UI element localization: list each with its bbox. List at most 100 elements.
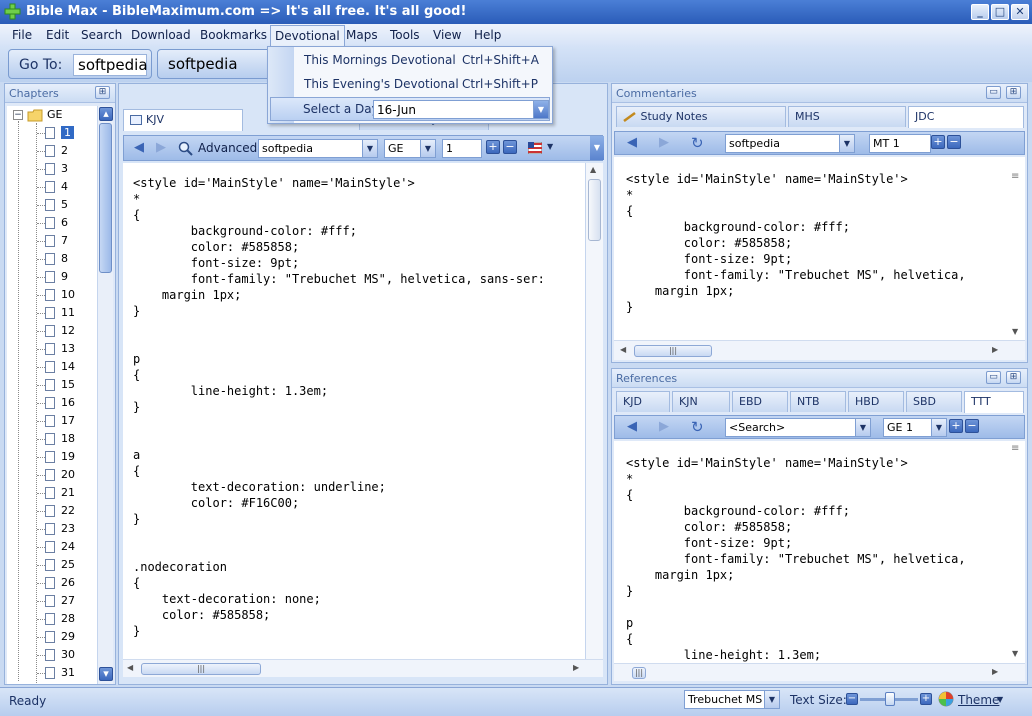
scroll-thumb[interactable] (588, 179, 601, 241)
scroll-thumb[interactable] (99, 123, 112, 273)
morning-devotional-item[interactable]: This Mornings Devotional (304, 53, 456, 67)
chapter-item[interactable]: 13 (45, 340, 75, 357)
goto-input-2[interactable]: softpedia (164, 54, 270, 76)
forward-arrow-icon[interactable]: ▶ (659, 135, 669, 150)
font-combo[interactable]: Trebuchet MS ▼ (684, 690, 780, 709)
chapter-up-button[interactable]: + (486, 140, 500, 154)
chapter-item[interactable]: 29 (45, 628, 75, 645)
menu-search[interactable]: Search (81, 28, 122, 42)
scroll-down-icon[interactable]: ▼ (1012, 327, 1018, 336)
pin-icon[interactable]: ⊞ (1006, 371, 1021, 384)
chevron-down-icon[interactable]: ▼ (764, 691, 779, 708)
scroll-down-icon[interactable]: ▼ (1012, 649, 1018, 658)
forward-arrow-icon[interactable]: ▶ (659, 419, 669, 434)
ref-down-button[interactable]: − (947, 135, 961, 149)
text-size-increase-button[interactable]: + (920, 693, 932, 705)
select-day-row[interactable]: Select a Day 16-Jun ▼ (270, 97, 550, 121)
scroll-thumb[interactable]: ||| (632, 667, 646, 679)
ref-up-button[interactable]: + (931, 135, 945, 149)
close-button[interactable]: ✕ (1011, 4, 1029, 20)
tab-kjv[interactable]: KJV (123, 109, 243, 131)
text-size-decrease-button[interactable]: − (846, 693, 858, 705)
chapter-item[interactable]: 10 (45, 286, 75, 303)
scroll-left-icon[interactable]: ◀ (620, 345, 626, 354)
chevron-down-icon[interactable]: ▼ (931, 419, 946, 436)
chapter-item[interactable]: 30 (45, 646, 75, 663)
back-arrow-icon[interactable]: ◀ (627, 135, 637, 150)
chevron-down-icon[interactable]: ▼ (420, 140, 435, 157)
scroll-grip-icon[interactable]: ≡ (1011, 443, 1019, 454)
tab-study-notes[interactable]: Study Notes (616, 106, 786, 127)
minimize-button[interactable]: _ (971, 4, 989, 20)
tab-ebd[interactable]: EBD (732, 391, 788, 412)
chapter-down-button[interactable]: − (503, 140, 517, 154)
pin-icon[interactable]: ⊞ (95, 86, 110, 99)
chapter-item[interactable]: 7 (45, 232, 68, 249)
chapter-item[interactable]: 6 (45, 214, 68, 231)
pin-icon[interactable]: ⊞ (1006, 86, 1021, 99)
reference-ref-combo[interactable]: GE 1 ▼ (883, 418, 947, 437)
magnifier-icon[interactable] (178, 141, 193, 156)
book-combo[interactable]: GE ▼ (384, 139, 436, 158)
forward-arrow-icon[interactable]: ▶ (156, 140, 166, 155)
chevron-down-icon[interactable]: ▼ (533, 101, 548, 118)
menu-devotional[interactable]: Devotional (270, 25, 345, 46)
toolbar-overflow-icon[interactable]: ▼ (590, 136, 604, 160)
menu-bookmarks[interactable]: Bookmarks (200, 28, 267, 42)
scroll-right-icon[interactable]: ▶ (992, 667, 998, 676)
chapter-item[interactable]: 16 (45, 394, 75, 411)
scroll-grip-icon[interactable]: ≡ (1011, 171, 1019, 182)
chapter-item[interactable]: 25 (45, 556, 75, 573)
menu-view[interactable]: View (433, 28, 461, 42)
chapter-item[interactable]: 8 (45, 250, 68, 267)
menu-tools[interactable]: Tools (390, 28, 420, 42)
chapter-item[interactable]: 26 (45, 574, 75, 591)
chapter-item[interactable]: 18 (45, 430, 75, 447)
tab-ntb[interactable]: NTB (790, 391, 846, 412)
tab-mhs[interactable]: MHS (788, 106, 906, 127)
chapter-item[interactable]: 23 (45, 520, 75, 537)
chapter-item[interactable]: 2 (45, 142, 68, 159)
chapter-item[interactable]: 15 (45, 376, 75, 393)
scroll-up-icon[interactable]: ▴ (99, 107, 113, 121)
chapter-item[interactable]: 4 (45, 178, 68, 195)
chevron-down-icon[interactable]: ▼ (855, 419, 870, 436)
scroll-down-icon[interactable]: ▾ (99, 667, 113, 681)
chapters-scrollbar[interactable]: ▴ ▾ (97, 106, 113, 684)
scroll-right-icon[interactable]: ▶ (573, 663, 579, 672)
ref-up-button[interactable]: + (949, 419, 963, 433)
menu-help[interactable]: Help (474, 28, 501, 42)
chapter-item[interactable]: 9 (45, 268, 68, 285)
back-arrow-icon[interactable]: ◀ (134, 140, 144, 155)
tab-kjd[interactable]: KJD (616, 391, 670, 412)
advanced-label[interactable]: Advanced (198, 141, 257, 155)
evening-devotional-item[interactable]: This Evening's Devotional (304, 77, 459, 91)
flag-dropdown-icon[interactable]: ▼ (547, 142, 553, 151)
chapter-item[interactable]: 24 (45, 538, 75, 555)
chapter-item[interactable]: 21 (45, 484, 75, 501)
bible-hscrollbar[interactable]: ◀ ||| ▶ (123, 659, 603, 677)
chapter-item[interactable]: 20 (45, 466, 75, 483)
chapter-item[interactable]: 3 (45, 160, 68, 177)
tab-kjn[interactable]: KJN (672, 391, 730, 412)
tab-jdc[interactable]: JDC (908, 106, 1024, 128)
refresh-icon[interactable]: ↻ (691, 134, 704, 152)
menu-download[interactable]: Download (131, 28, 191, 42)
menu-edit[interactable]: Edit (46, 28, 69, 42)
scroll-right-icon[interactable]: ▶ (992, 345, 998, 354)
chapter-item[interactable]: 28 (45, 610, 75, 627)
commentary-text-view[interactable]: <style id='MainStyle' name='MainStyle'> *… (614, 157, 1025, 340)
chapter-item[interactable]: 12 (45, 322, 75, 339)
chapter-combo[interactable]: 1 (442, 139, 482, 158)
chapter-item[interactable]: 14 (45, 358, 75, 375)
chevron-down-icon[interactable]: ▼ (362, 140, 377, 157)
scroll-up-icon[interactable]: ▲ (590, 165, 596, 174)
back-arrow-icon[interactable]: ◀ (627, 419, 637, 434)
reference-hscrollbar[interactable]: ||| ▶ (614, 663, 1025, 681)
text-size-slider-handle[interactable] (885, 692, 895, 706)
collapse-icon[interactable]: − (13, 110, 23, 120)
chapter-item[interactable]: 17 (45, 412, 75, 429)
reference-vscrollbar[interactable]: ≡ ▼ (1008, 441, 1025, 663)
scroll-thumb[interactable]: ||| (634, 345, 712, 357)
chapter-item[interactable]: 1 (45, 124, 74, 141)
